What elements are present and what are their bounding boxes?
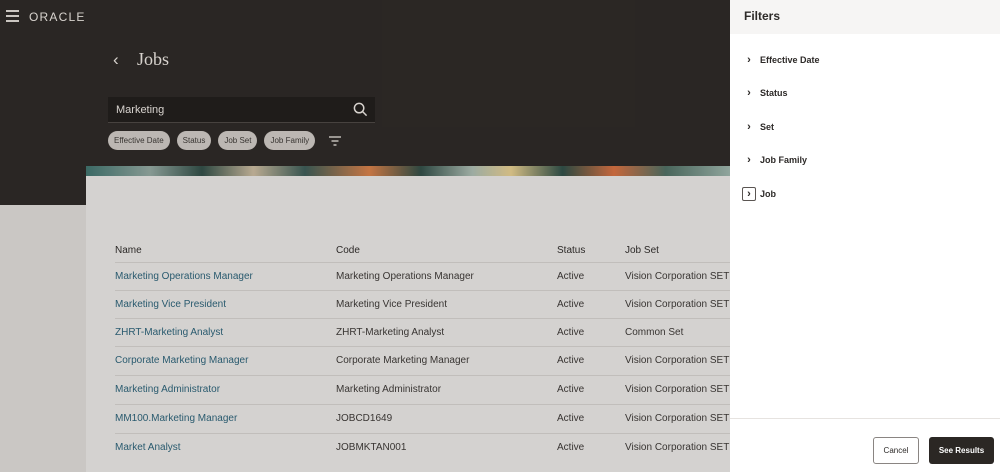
table-row[interactable]: Marketing Operations Manager Marketing O… [115, 262, 730, 290]
filter-item-job-family[interactable]: › Job Family [742, 151, 807, 169]
job-name-link[interactable]: Market Analyst [115, 434, 181, 461]
back-button[interactable]: ‹ [113, 50, 119, 70]
column-header-name[interactable]: Name [115, 240, 142, 262]
chip-status[interactable]: Status [176, 131, 212, 150]
job-status: Active [557, 442, 585, 453]
page-title: Jobs [137, 49, 170, 69]
filters-panel-footer: Cancel See Results [730, 418, 1000, 472]
chevron-right-icon: › [747, 121, 751, 133]
filters-panel: Filters › Effective Date › Status › Set … [730, 0, 1000, 472]
job-set: Vision Corporation SET [625, 384, 730, 395]
job-set: Vision Corporation SET [625, 271, 730, 282]
job-name-link[interactable]: Marketing Administrator [115, 376, 220, 403]
chevron-right-icon: › [742, 187, 756, 201]
filter-item-label: Set [760, 122, 775, 132]
chevron-right-icon: › [747, 54, 751, 66]
job-code: JOBCD1649 [336, 413, 393, 424]
job-code: Marketing Vice President [336, 299, 447, 310]
filter-item-set[interactable]: › Set [742, 118, 774, 136]
table-row[interactable]: ZHRT-Marketing Analyst ZHRT-Marketing An… [115, 318, 730, 346]
job-name-link[interactable]: ZHRT-Marketing Analyst [115, 319, 223, 346]
chip-job-set[interactable]: Job Set [218, 131, 258, 150]
filter-item-effective-date[interactable]: › Effective Date [742, 51, 820, 69]
table-row[interactable]: Corporate Marketing Manager Corporate Ma… [115, 346, 730, 374]
filter-chips: Effective Date Status Job Set Job Family [108, 131, 342, 150]
job-name-link[interactable]: Marketing Vice President [115, 291, 226, 318]
job-status: Active [557, 271, 585, 282]
see-results-button[interactable]: See Results [929, 437, 994, 464]
column-header-status[interactable]: Status [557, 240, 585, 262]
job-code: JOBMKTAN001 [336, 442, 407, 453]
job-status: Active [557, 384, 585, 395]
search-icon[interactable] [353, 102, 368, 117]
job-code: Marketing Administrator [336, 384, 442, 395]
filter-item-label: Job Family [760, 155, 808, 165]
search-input[interactable] [108, 103, 343, 116]
job-set: Vision Corporation SET [625, 442, 730, 453]
filters-panel-header: Filters [730, 0, 1000, 34]
job-status: Active [557, 327, 585, 338]
search-field[interactable] [108, 97, 375, 123]
hamburger-menu-icon[interactable] [6, 10, 19, 22]
oracle-logo: ORACLE [29, 10, 86, 24]
filter-item-status[interactable]: › Status [742, 84, 788, 102]
column-header-code[interactable]: Code [336, 240, 360, 262]
results-card: Name Code Status Job Set Marketing Opera… [86, 176, 730, 472]
decorative-banner [86, 166, 730, 176]
filter-item-job[interactable]: › Job [742, 185, 776, 203]
chevron-right-icon: › [747, 87, 751, 99]
job-status: Active [557, 413, 585, 424]
job-status: Active [557, 355, 585, 366]
job-code: Marketing Operations Manager [336, 271, 474, 282]
job-set: Vision Corporation SET [625, 413, 730, 424]
filter-icon[interactable] [328, 135, 342, 147]
table-header: Name Code Status Job Set [115, 240, 730, 262]
filter-item-label: Effective Date [760, 55, 820, 65]
top-bar: ORACLE [0, 0, 730, 34]
job-name-link[interactable]: Marketing Operations Manager [115, 263, 253, 290]
job-name-link[interactable]: MM100.Marketing Manager [115, 405, 237, 432]
job-code: Corporate Marketing Manager [336, 355, 470, 366]
job-code: ZHRT-Marketing Analyst [336, 327, 445, 338]
chevron-right-icon: › [747, 154, 751, 166]
filter-item-label: Status [760, 88, 788, 98]
table-row[interactable]: Market Analyst JOBMKTAN001 Active Vision… [115, 433, 730, 461]
table-row[interactable]: Marketing Administrator Marketing Admini… [115, 375, 730, 403]
job-status: Active [557, 299, 585, 310]
column-header-job-set[interactable]: Job Set [625, 240, 659, 262]
job-set: Common Set [625, 327, 684, 338]
job-set: Vision Corporation SET [625, 299, 730, 310]
chip-effective-date[interactable]: Effective Date [108, 131, 170, 150]
filters-panel-title: Filters [744, 9, 781, 23]
cancel-button[interactable]: Cancel [873, 437, 919, 464]
chip-job-family[interactable]: Job Family [264, 131, 316, 150]
filter-item-label: Job [760, 189, 777, 199]
job-name-link[interactable]: Corporate Marketing Manager [115, 347, 248, 374]
job-set: Vision Corporation SET [625, 355, 730, 366]
table-row[interactable]: Marketing Vice President Marketing Vice … [115, 290, 730, 318]
table-row[interactable]: MM100.Marketing Manager JOBCD1649 Active… [115, 404, 730, 432]
